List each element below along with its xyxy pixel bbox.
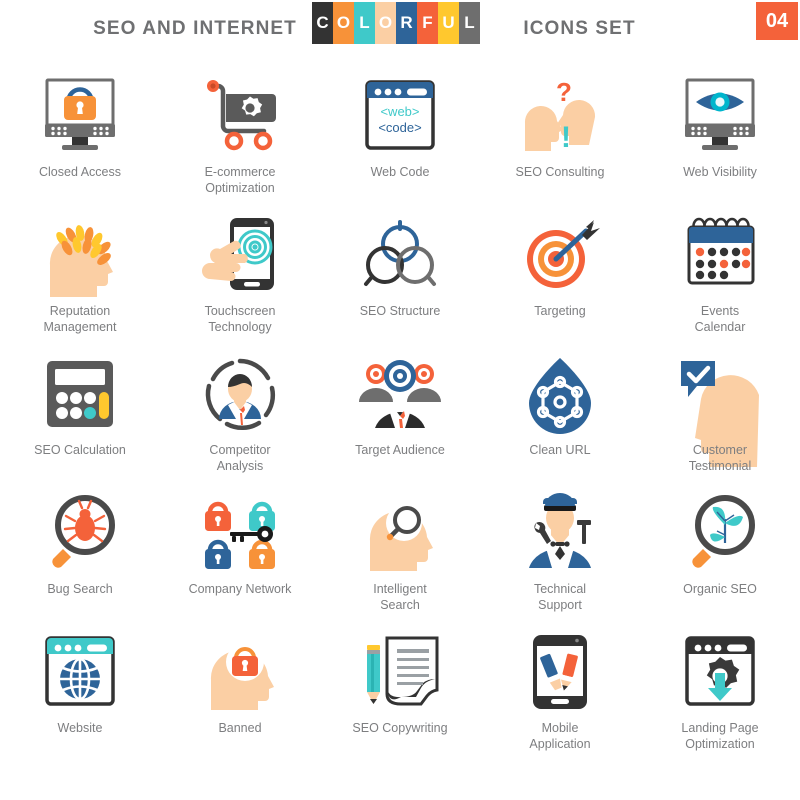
seo-consulting-icon: ? !	[510, 72, 610, 160]
touchscreen-technology-icon	[190, 211, 290, 299]
icon-label: Web Code	[370, 165, 430, 179]
icon-label: Landing Page Optimization	[681, 721, 759, 751]
icon-label: Competitor Analysis	[209, 443, 271, 473]
icon-label: Touchscreen Technology	[204, 304, 276, 334]
icon-grid: Closed Access E-commerce Optimization <w…	[0, 68, 800, 763]
icon-cell-landing-page-optimization[interactable]: Landing Page Optimization	[640, 624, 800, 763]
icon-cell-closed-access[interactable]: Closed Access	[0, 68, 160, 207]
icon-cell-customer-testimonial[interactable]: Customer Testimonial	[640, 346, 800, 485]
technical-support-icon	[510, 489, 610, 577]
icon-label: SEO Structure	[359, 304, 441, 318]
icon-label: Technical Support	[533, 582, 587, 612]
icon-cell-mobile-application[interactable]: Mobile Application	[480, 624, 640, 763]
website-icon	[30, 628, 130, 716]
icon-label: Company Network	[188, 582, 292, 596]
intelligent-search-icon	[350, 489, 450, 577]
icon-label: E-commerce Optimization	[204, 165, 276, 195]
reputation-management-icon	[30, 211, 130, 299]
icon-cell-targeting[interactable]: Targeting	[480, 207, 640, 346]
seo-calculation-icon	[30, 350, 130, 438]
web-code-line2: <code>	[378, 120, 421, 135]
banned-icon	[190, 628, 290, 716]
events-calendar-icon	[670, 211, 770, 299]
colorful-letter-7: L	[459, 2, 480, 44]
icon-cell-bug-search[interactable]: Bug Search	[0, 485, 160, 624]
company-network-icon	[190, 489, 290, 577]
icon-cell-seo-copywriting[interactable]: SEO Copywriting	[320, 624, 480, 763]
web-code-line1: <web>	[380, 104, 419, 119]
header-title-right: ICONS SET	[523, 18, 636, 39]
icon-label: Customer Testimonial	[688, 443, 752, 473]
icon-cell-reputation-management[interactable]: Reputation Management	[0, 207, 160, 346]
icon-cell-seo-consulting[interactable]: ? ! SEO Consulting	[480, 68, 640, 207]
icon-label: Intelligent Search	[373, 582, 427, 612]
icon-cell-organic-seo[interactable]: Organic SEO	[640, 485, 800, 624]
set-number-badge: 04	[756, 2, 798, 40]
colorful-letter-4: R	[396, 2, 417, 44]
clean-url-icon	[510, 350, 610, 438]
icon-label: Events Calendar	[694, 304, 746, 334]
icon-cell-ecommerce-optimization[interactable]: E-commerce Optimization	[160, 68, 320, 207]
seo-copywriting-icon	[350, 628, 450, 716]
icon-cell-competitor-analysis[interactable]: Competitor Analysis	[160, 346, 320, 485]
icon-label: SEO Copywriting	[352, 721, 448, 735]
customer-testimonial-icon	[670, 350, 770, 467]
icon-label: Banned	[218, 721, 262, 735]
competitor-analysis-icon	[190, 350, 290, 438]
icon-cell-technical-support[interactable]: Technical Support	[480, 485, 640, 624]
colorful-letter-0: C	[312, 2, 333, 44]
icon-cell-web-visibility[interactable]: Web Visibility	[640, 68, 800, 207]
colorful-letter-6: U	[438, 2, 459, 44]
icon-label: Bug Search	[47, 582, 113, 596]
bug-search-icon	[30, 489, 130, 577]
mobile-application-icon	[510, 628, 610, 716]
icon-cell-website[interactable]: Website	[0, 624, 160, 763]
ecommerce-optimization-icon	[190, 72, 290, 160]
colorful-letter-5: F	[417, 2, 438, 44]
icon-cell-company-network[interactable]: Company Network	[160, 485, 320, 624]
icon-cell-events-calendar[interactable]: Events Calendar	[640, 207, 800, 346]
colorful-word-band: COLORFUL	[312, 2, 480, 44]
icon-label: Target Audience	[355, 443, 445, 457]
svg-text:!: !	[561, 121, 571, 154]
icon-label: Targeting	[534, 304, 586, 318]
colorful-letter-3: O	[375, 2, 396, 44]
organic-seo-icon	[670, 489, 770, 577]
header-title-left: SEO AND INTERNET	[93, 18, 297, 39]
icon-cell-touchscreen-technology[interactable]: Touchscreen Technology	[160, 207, 320, 346]
colorful-letter-2: L	[354, 2, 375, 44]
web-code-icon: <web> <code>	[350, 72, 450, 160]
icon-label: SEO Calculation	[34, 443, 126, 457]
colorful-letter-1: O	[333, 2, 354, 44]
icon-cell-banned[interactable]: Banned	[160, 624, 320, 763]
closed-access-icon	[30, 72, 130, 160]
icon-set-poster: SEO AND INTERNET COLORFUL ICONS SET 04 C…	[0, 0, 800, 800]
icon-cell-clean-url[interactable]: Clean URL	[480, 346, 640, 485]
icon-cell-intelligent-search[interactable]: Intelligent Search	[320, 485, 480, 624]
poster-header: SEO AND INTERNET COLORFUL ICONS SET 04	[0, 0, 800, 60]
svg-text:?: ?	[556, 77, 572, 107]
seo-structure-icon	[350, 211, 450, 299]
target-audience-icon	[350, 350, 450, 438]
icon-label: Web Visibility	[683, 165, 757, 179]
targeting-icon	[510, 211, 610, 299]
icon-label: Closed Access	[39, 165, 121, 179]
icon-cell-web-code[interactable]: <web> <code> Web Code	[320, 68, 480, 207]
icon-label: Organic SEO	[683, 582, 757, 596]
web-visibility-icon	[670, 72, 770, 160]
icon-label: Mobile Application	[529, 721, 591, 751]
icon-label: Reputation Management	[43, 304, 117, 334]
icon-label: Clean URL	[529, 443, 591, 457]
icon-label: SEO Consulting	[515, 165, 605, 179]
icon-label: Website	[57, 721, 103, 735]
icon-cell-seo-structure[interactable]: SEO Structure	[320, 207, 480, 346]
icon-cell-seo-calculation[interactable]: SEO Calculation	[0, 346, 160, 485]
landing-page-optimization-icon	[670, 628, 770, 716]
icon-cell-target-audience[interactable]: Target Audience	[320, 346, 480, 485]
